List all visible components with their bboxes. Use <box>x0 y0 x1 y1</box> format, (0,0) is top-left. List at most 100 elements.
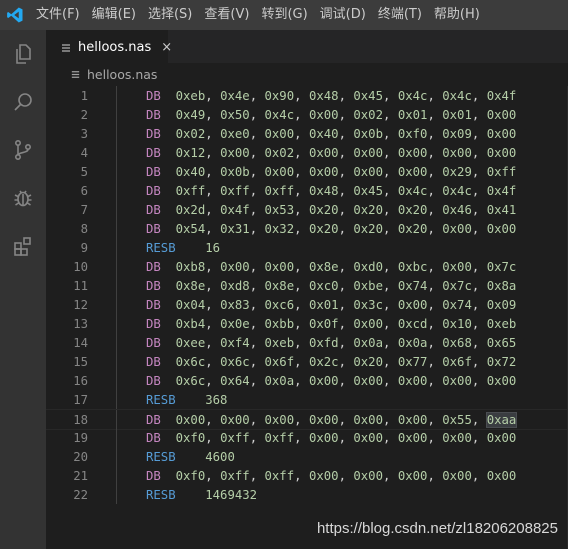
operands: 0xb8, 0x00, 0x00, 0x8e, 0xd0, 0xbc, 0x00… <box>175 259 517 274</box>
indent-guide <box>116 276 117 295</box>
indent-guide <box>116 352 117 371</box>
keyword: DB <box>146 430 161 445</box>
code-line[interactable]: 3 DB 0x02, 0xe0, 0x00, 0x40, 0x0b, 0xf0, … <box>46 124 568 143</box>
code-line[interactable]: 9 RESB 16 <box>46 238 568 257</box>
indent-guide <box>116 485 117 504</box>
line-number: 4 <box>80 145 88 160</box>
keyword: DB <box>146 354 161 369</box>
code-text: DB 0x54, 0x31, 0x32, 0x20, 0x20, 0x20, 0… <box>146 222 516 236</box>
line-number: 13 <box>73 316 88 331</box>
code-text: DB 0xee, 0xf4, 0xeb, 0xfd, 0x0a, 0x0a, 0… <box>146 336 516 350</box>
code-line[interactable]: 6 DB 0xff, 0xff, 0xff, 0x48, 0x45, 0x4c, … <box>46 181 568 200</box>
code-text: DB 0x04, 0x83, 0xc6, 0x01, 0x3c, 0x00, 0… <box>146 298 516 312</box>
extensions-icon[interactable] <box>0 222 46 270</box>
code-line[interactable]: 11 DB 0x8e, 0xd8, 0x8e, 0xc0, 0xbe, 0x74,… <box>46 276 568 295</box>
code-line[interactable]: 2 DB 0x49, 0x50, 0x4c, 0x00, 0x02, 0x01, … <box>46 105 568 124</box>
operands: 0xff, 0xff, 0xff, 0x48, 0x45, 0x4c, 0x4c… <box>175 183 517 198</box>
code-line[interactable]: 19 DB 0xf0, 0xff, 0xff, 0x00, 0x00, 0x00,… <box>46 428 568 447</box>
code-editor[interactable]: 1 DB 0xeb, 0x4e, 0x90, 0x48, 0x45, 0x4c, … <box>46 86 568 549</box>
code-line[interactable]: 10 DB 0xb8, 0x00, 0x00, 0x8e, 0xd0, 0xbc,… <box>46 257 568 276</box>
code-line[interactable]: 1 DB 0xeb, 0x4e, 0x90, 0x48, 0x45, 0x4c, … <box>46 86 568 105</box>
keyword: RESB <box>146 240 176 255</box>
code-line[interactable]: 8 DB 0x54, 0x31, 0x32, 0x20, 0x20, 0x20, … <box>46 219 568 238</box>
breadcrumb-item[interactable]: helloos.nas <box>87 67 157 82</box>
operands: 0x2d, 0x4f, 0x53, 0x20, 0x20, 0x20, 0x46… <box>175 202 517 217</box>
code-line[interactable]: 5 DB 0x40, 0x0b, 0x00, 0x00, 0x00, 0x00, … <box>46 162 568 181</box>
code-line[interactable]: 20 RESB 4600 <box>46 447 568 466</box>
keyword: DB <box>146 373 161 388</box>
operands: 16 <box>205 240 221 255</box>
menu-item[interactable]: 帮助(H) <box>428 0 486 30</box>
operands: 0xee, 0xf4, 0xeb, 0xfd, 0x0a, 0x0a, 0x68… <box>175 335 517 350</box>
operands: 0x54, 0x31, 0x32, 0x20, 0x20, 0x20, 0x00… <box>175 221 517 236</box>
indent-guide <box>116 447 117 466</box>
line-number: 15 <box>73 354 88 369</box>
menu-item[interactable]: 选择(S) <box>142 0 198 30</box>
indent-guide <box>116 86 117 105</box>
operands: 0x04, 0x83, 0xc6, 0x01, 0x3c, 0x00, 0x74… <box>175 297 517 312</box>
operands: 0x02, 0xe0, 0x00, 0x40, 0x0b, 0xf0, 0x09… <box>175 126 517 141</box>
code-text: DB 0xff, 0xff, 0xff, 0x48, 0x45, 0x4c, 0… <box>146 184 516 198</box>
file-icon <box>70 69 81 80</box>
code-text: DB 0x6c, 0x64, 0x0a, 0x00, 0x00, 0x00, 0… <box>146 374 516 388</box>
search-icon[interactable] <box>0 78 46 126</box>
keyword: RESB <box>146 487 176 502</box>
operands: 4600 <box>205 449 235 464</box>
code-text: DB 0x2d, 0x4f, 0x53, 0x20, 0x20, 0x20, 0… <box>146 203 516 217</box>
code-line[interactable]: 4 DB 0x12, 0x00, 0x02, 0x00, 0x00, 0x00, … <box>46 143 568 162</box>
operands: 0xf0, 0xff, 0xff, 0x00, 0x00, 0x00, 0x00… <box>175 430 517 445</box>
code-line[interactable]: 22 RESB 1469432 <box>46 485 568 504</box>
line-number: 8 <box>80 221 88 236</box>
keyword: DB <box>146 468 161 483</box>
line-number: 16 <box>73 373 88 388</box>
code-line[interactable]: 15 DB 0x6c, 0x6c, 0x6f, 0x2c, 0x20, 0x77,… <box>46 352 568 371</box>
menu-item[interactable]: 查看(V) <box>198 0 255 30</box>
close-icon[interactable]: × <box>161 40 172 55</box>
line-number: 14 <box>73 335 88 350</box>
code-line[interactable]: 18 DB 0x00, 0x00, 0x00, 0x00, 0x00, 0x00,… <box>46 409 568 430</box>
keyword: DB <box>146 297 161 312</box>
indent-guide <box>116 200 117 219</box>
code-line[interactable]: 12 DB 0x04, 0x83, 0xc6, 0x01, 0x3c, 0x00,… <box>46 295 568 314</box>
indent-guide <box>116 124 117 143</box>
tab-helloos-nas[interactable]: helloos.nas × <box>46 30 172 64</box>
line-number: 20 <box>73 449 88 464</box>
keyword: DB <box>146 202 161 217</box>
code-line[interactable]: 16 DB 0x6c, 0x64, 0x0a, 0x00, 0x00, 0x00,… <box>46 371 568 390</box>
line-number: 22 <box>73 487 88 502</box>
menu-item[interactable]: 文件(F) <box>30 0 86 30</box>
vscode-logo-icon <box>0 0 30 30</box>
operands: 0x49, 0x50, 0x4c, 0x00, 0x02, 0x01, 0x01… <box>175 107 517 122</box>
line-number: 17 <box>73 392 88 407</box>
menu-item[interactable]: 转到(G) <box>255 0 313 30</box>
code-text: DB 0x49, 0x50, 0x4c, 0x00, 0x02, 0x01, 0… <box>146 108 516 122</box>
code-text: DB 0x12, 0x00, 0x02, 0x00, 0x00, 0x00, 0… <box>146 146 516 160</box>
keyword: DB <box>146 278 161 293</box>
indent-guide <box>116 219 117 238</box>
source-control-icon[interactable] <box>0 126 46 174</box>
keyword: DB <box>146 335 161 350</box>
code-text: RESB 4600 <box>146 450 235 464</box>
code-text: DB 0x02, 0xe0, 0x00, 0x40, 0x0b, 0xf0, 0… <box>146 127 516 141</box>
indent-guide <box>116 257 117 276</box>
file-icon <box>60 41 72 55</box>
keyword: DB <box>146 126 161 141</box>
breadcrumb: helloos.nas <box>46 63 568 85</box>
indent-guide <box>116 181 117 200</box>
code-line[interactable]: 13 DB 0xb4, 0x0e, 0xbb, 0x0f, 0x00, 0xcd,… <box>46 314 568 333</box>
menu-item[interactable]: 调试(D) <box>314 0 372 30</box>
code-line[interactable]: 17 RESB 368 <box>46 390 568 409</box>
line-number: 19 <box>73 430 88 445</box>
debug-icon[interactable] <box>0 174 46 222</box>
operands: 0x6c, 0x6c, 0x6f, 0x2c, 0x20, 0x77, 0x6f… <box>175 354 517 369</box>
indent-guide <box>116 410 117 429</box>
menu-item[interactable]: 终端(T) <box>372 0 428 30</box>
operands: 0x12, 0x00, 0x02, 0x00, 0x00, 0x00, 0x00… <box>175 145 517 160</box>
menu-item[interactable]: 编辑(E) <box>86 0 142 30</box>
line-number: 11 <box>73 278 88 293</box>
code-line[interactable]: 7 DB 0x2d, 0x4f, 0x53, 0x20, 0x20, 0x20, … <box>46 200 568 219</box>
code-text: RESB 1469432 <box>146 488 257 502</box>
code-line[interactable]: 14 DB 0xee, 0xf4, 0xeb, 0xfd, 0x0a, 0x0a,… <box>46 333 568 352</box>
files-icon[interactable] <box>0 30 46 78</box>
code-line[interactable]: 21 DB 0xf0, 0xff, 0xff, 0x00, 0x00, 0x00,… <box>46 466 568 485</box>
